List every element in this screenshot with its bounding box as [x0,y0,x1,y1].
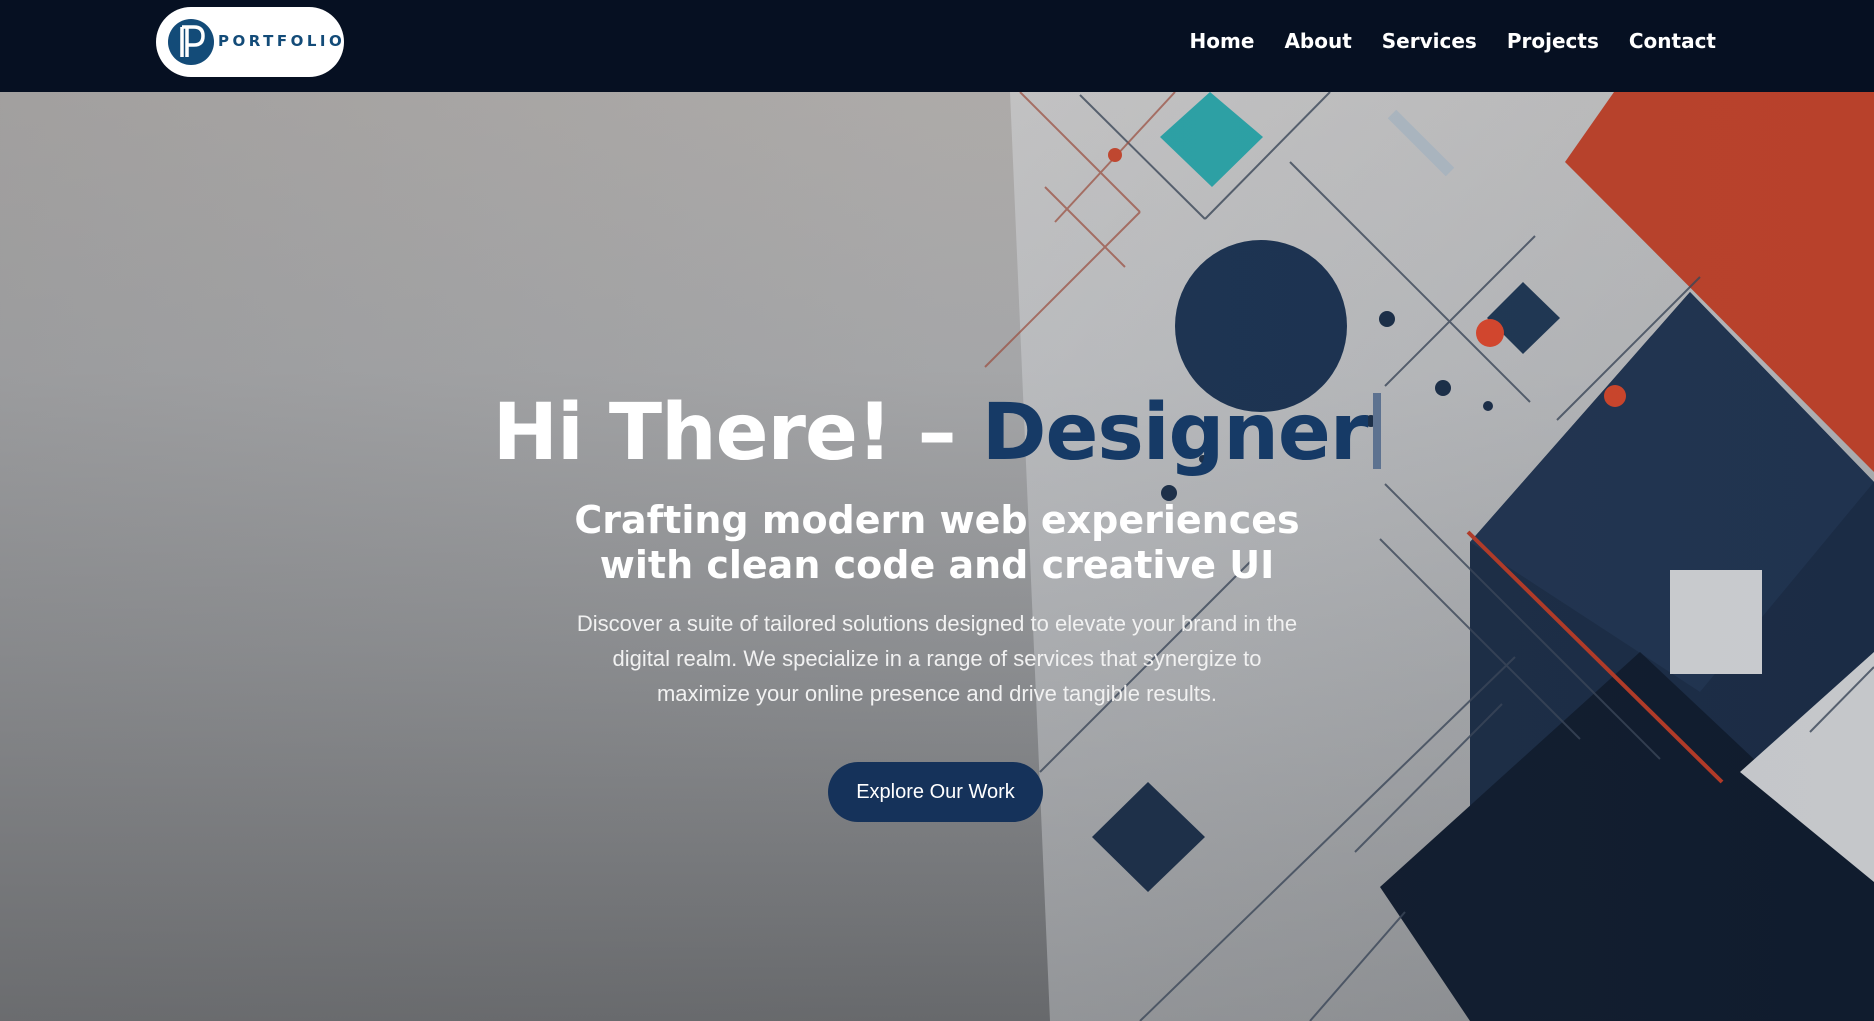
hero-section: Hi There! – Designer Crafting modern web… [0,92,1874,1021]
logo-text: PORTFOLIO [218,32,346,50]
explore-work-button[interactable]: Explore Our Work [828,762,1043,822]
nav-services[interactable]: Services [1382,29,1477,53]
nav-about[interactable]: About [1284,29,1351,53]
hero-title-accent: Designer [981,388,1369,478]
navbar: PORTFOLIO Home About Services Projects C… [0,0,1874,92]
hero-subtitle: Crafting modern web experiences with cle… [574,498,1300,587]
hero-title-prefix: Hi There! – [492,388,982,478]
logo[interactable]: PORTFOLIO [156,7,344,77]
nav-home[interactable]: Home [1190,29,1255,53]
p-monogram-icon [168,19,214,65]
main-nav: Home About Services Projects Contact [1190,29,1716,53]
typing-cursor [1373,393,1382,469]
hero-title: Hi There! – Designer [0,388,1874,478]
nav-contact[interactable]: Contact [1629,29,1716,53]
hero-description: Discover a suite of tailored solutions d… [576,611,1298,706]
nav-projects[interactable]: Projects [1507,29,1599,53]
